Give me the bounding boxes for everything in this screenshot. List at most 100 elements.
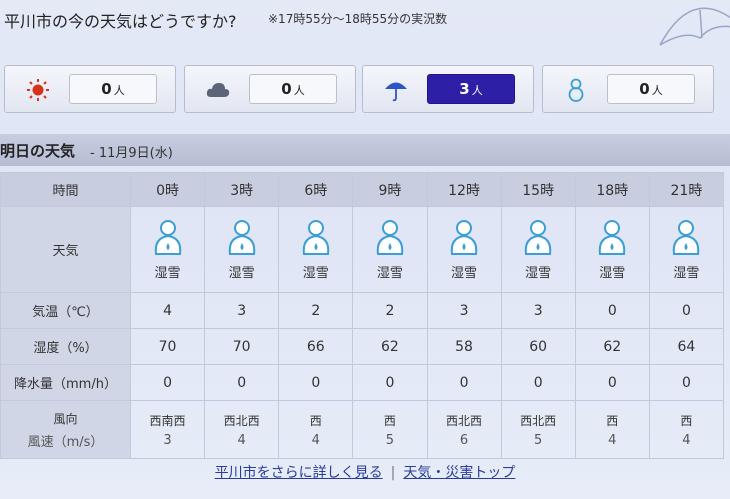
weather-cell: 湿雪 bbox=[352, 206, 428, 293]
humidity-row: 湿度（%） 70 70 66 62 58 60 62 64 bbox=[0, 328, 725, 365]
humidity-cell: 60 bbox=[500, 328, 576, 365]
wet-snow-icon bbox=[302, 220, 330, 255]
wind-direction: 西北西 bbox=[520, 413, 557, 428]
sun-icon bbox=[27, 79, 49, 101]
wind-direction: 西 bbox=[309, 413, 322, 428]
row-label-time: 時間 bbox=[0, 172, 131, 207]
wet-snow-icon bbox=[524, 220, 552, 255]
humidity-cell: 62 bbox=[574, 328, 650, 365]
weather-label: 湿雪 bbox=[525, 266, 552, 281]
weather-label: 湿雪 bbox=[451, 266, 478, 281]
precipitation-row: 降水量（mm/h） 0 0 0 0 0 0 0 0 bbox=[0, 364, 725, 401]
weather-cell: 湿雪 bbox=[204, 206, 280, 293]
umbrella-icon bbox=[385, 82, 407, 102]
wind-cell: 西北西 5 bbox=[500, 400, 576, 459]
precipitation-cell: 0 bbox=[426, 364, 502, 401]
wind-row: 風向 風速（m/s） 西南西 3 西北西 4 西4 西5 西北西 6 西北西 5 西4 西… bbox=[0, 400, 725, 459]
wind-cell: 西南西 3 bbox=[129, 400, 206, 459]
wet-snow-icon bbox=[673, 220, 700, 255]
row-label-humidity: 湿度（%） bbox=[0, 328, 131, 365]
tomorrow-header: 明日の天気 - 11月9日(水) bbox=[0, 134, 730, 166]
humidity-cell: 66 bbox=[278, 328, 354, 365]
wind-speed: 4 bbox=[682, 432, 691, 448]
humidity-cell: 58 bbox=[426, 328, 502, 365]
rainy-count-box[interactable]: 3人 bbox=[362, 65, 534, 113]
time-cell: 18時 bbox=[574, 172, 650, 207]
city-detail-link[interactable]: 平川市をさらに詳しく見る bbox=[215, 465, 383, 481]
wind-speed: 5 bbox=[534, 432, 543, 448]
time-cell: 3時 bbox=[204, 172, 280, 207]
footer-separator: | bbox=[390, 465, 396, 481]
snowman-icon bbox=[568, 78, 584, 102]
wind-speed: 4 bbox=[237, 432, 246, 448]
footer-links: 平川市をさらに詳しく見る | 天気・災害トップ bbox=[0, 462, 730, 482]
time-cell: 9時 bbox=[352, 172, 428, 207]
tomorrow-date: - 11月9日(水) bbox=[90, 146, 173, 161]
time-cell: 0時 bbox=[129, 172, 206, 207]
temperature-row: 気温（℃） 4 3 2 2 3 3 0 0 bbox=[0, 292, 725, 329]
time-cell: 6時 bbox=[278, 172, 354, 207]
weather-cell: 湿雪 bbox=[648, 206, 725, 293]
temperature-cell: 2 bbox=[352, 292, 428, 329]
time-cell: 12時 bbox=[426, 172, 502, 207]
wind-speed: 6 bbox=[459, 432, 469, 448]
umbrella-decoration-icon bbox=[659, 7, 730, 46]
wind-direction: 西 bbox=[606, 413, 619, 428]
wet-snow-icon bbox=[599, 220, 626, 255]
sunny-count-box[interactable]: 0人 bbox=[4, 65, 176, 113]
observation-note: ※17時55分～18時55分の実況数 bbox=[268, 12, 448, 26]
precipitation-cell: 0 bbox=[129, 364, 206, 401]
wind-speed: 4 bbox=[608, 432, 617, 448]
weather-row: 天気 湿雪 湿雪 湿雪 湿雪 湿雪 湿雪 湿雪 湿雪 bbox=[0, 206, 725, 293]
temperature-cell: 3 bbox=[500, 292, 576, 329]
temperature-cell: 3 bbox=[426, 292, 502, 329]
humidity-cell: 64 bbox=[648, 328, 725, 365]
row-label-temperature: 気温（℃） bbox=[0, 292, 131, 329]
tomorrow-title: 明日の天気 bbox=[0, 142, 76, 160]
weather-cell: 湿雪 bbox=[426, 206, 502, 293]
weather-cell: 湿雪 bbox=[129, 206, 206, 293]
weather-label: 湿雪 bbox=[302, 266, 329, 281]
weather-cell: 湿雪 bbox=[500, 206, 576, 293]
wind-cell: 西4 bbox=[278, 400, 354, 459]
cloudy-count-value: 0人 bbox=[249, 74, 337, 104]
weather-label: 湿雪 bbox=[599, 266, 626, 281]
page-title: 平川市の今の天気はどうですか? bbox=[4, 12, 237, 31]
precipitation-cell: 0 bbox=[278, 364, 354, 401]
wind-speed: 4 bbox=[311, 432, 320, 448]
wet-snow-icon bbox=[376, 220, 404, 255]
precipitation-cell: 0 bbox=[500, 364, 576, 401]
temperature-cell: 3 bbox=[204, 292, 280, 329]
weather-cell: 湿雪 bbox=[574, 206, 650, 293]
cloudy-count-box[interactable]: 0人 bbox=[184, 65, 356, 113]
temperature-cell: 4 bbox=[129, 292, 206, 329]
wet-snow-icon bbox=[154, 220, 181, 255]
time-cell: 21時 bbox=[648, 172, 725, 207]
snowy-count-box[interactable]: 0人 bbox=[542, 65, 714, 113]
wind-direction: 西北西 bbox=[446, 413, 483, 428]
humidity-cell: 70 bbox=[204, 328, 280, 365]
wind-direction: 西 bbox=[383, 413, 396, 428]
humidity-cell: 62 bbox=[352, 328, 428, 365]
wind-cell: 西5 bbox=[352, 400, 428, 459]
temperature-cell: 0 bbox=[574, 292, 650, 329]
time-cell: 15時 bbox=[500, 172, 576, 207]
weather-label: 湿雪 bbox=[228, 266, 255, 281]
cloud-icon bbox=[206, 83, 230, 97]
time-row: 時間 0時 3時 6時 9時 12時 15時 18時 21時 bbox=[0, 172, 725, 207]
wind-speed-label: 風速（m/s） bbox=[27, 434, 104, 450]
row-label-weather: 天気 bbox=[0, 206, 131, 293]
wind-cell: 西4 bbox=[648, 400, 725, 459]
temperature-cell: 0 bbox=[648, 292, 725, 329]
current-weather-counts: 0人 0人 3人 0人 bbox=[0, 62, 730, 118]
wind-cell: 西北西 6 bbox=[426, 400, 502, 459]
wet-snow-icon bbox=[450, 220, 478, 255]
weather-label: 湿雪 bbox=[376, 266, 403, 281]
wind-cell: 西北西 4 bbox=[204, 400, 280, 459]
precipitation-cell: 0 bbox=[574, 364, 650, 401]
weather-label: 湿雪 bbox=[673, 266, 700, 281]
precipitation-cell: 0 bbox=[648, 364, 725, 401]
precipitation-cell: 0 bbox=[352, 364, 428, 401]
weather-top-link[interactable]: 天気・災害トップ bbox=[403, 465, 515, 481]
weather-label: 湿雪 bbox=[154, 266, 181, 281]
